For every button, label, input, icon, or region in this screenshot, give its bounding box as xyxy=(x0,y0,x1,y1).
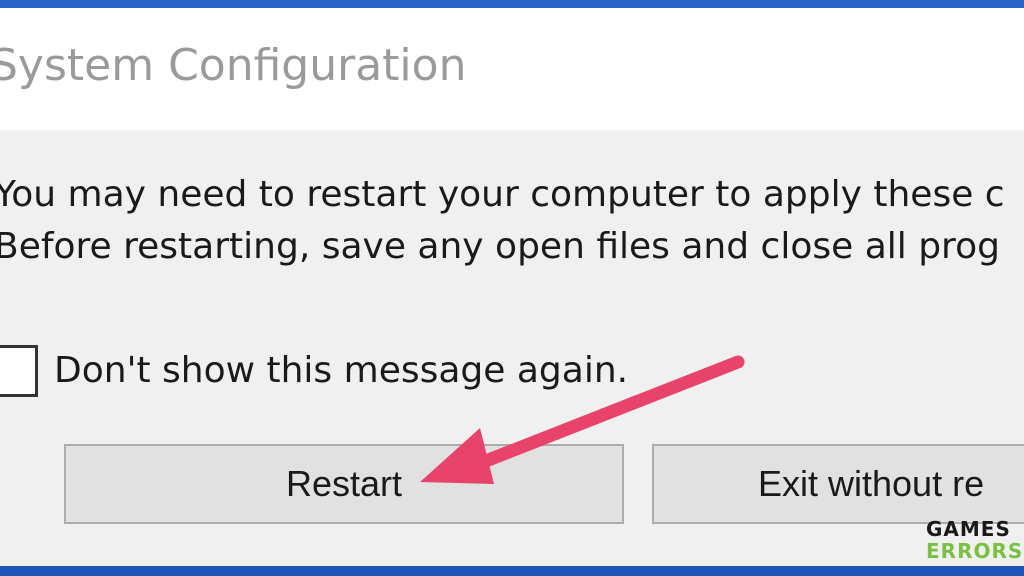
dialog-titlebar[interactable]: System Configuration xyxy=(0,8,1024,130)
restart-button-label: Restart xyxy=(285,463,403,504)
desktop-background-bottom xyxy=(0,566,1024,576)
restart-button[interactable]: Restart xyxy=(64,444,624,524)
dont-show-again-checkbox[interactable] xyxy=(0,345,38,397)
logo-errors-text: ERRORS xyxy=(926,539,1024,563)
message-line-1: You may need to restart your computer to… xyxy=(0,174,1005,215)
desktop-background-top xyxy=(0,0,1024,8)
logo-games-text: GAMES xyxy=(926,517,1011,541)
dialog-title: System Configuration xyxy=(0,40,467,91)
exit-without-restart-button[interactable]: Exit without re xyxy=(652,444,1024,524)
games-errors-logo: GAMES ERRORS xyxy=(926,518,1022,562)
dont-show-again-label[interactable]: Don't show this message again. xyxy=(54,350,628,391)
message-line-2: Before restarting, save any open files a… xyxy=(0,226,1000,267)
system-configuration-dialog: System Configuration You may need to res… xyxy=(0,8,1024,566)
exit-button-label: Exit without re xyxy=(758,463,985,504)
